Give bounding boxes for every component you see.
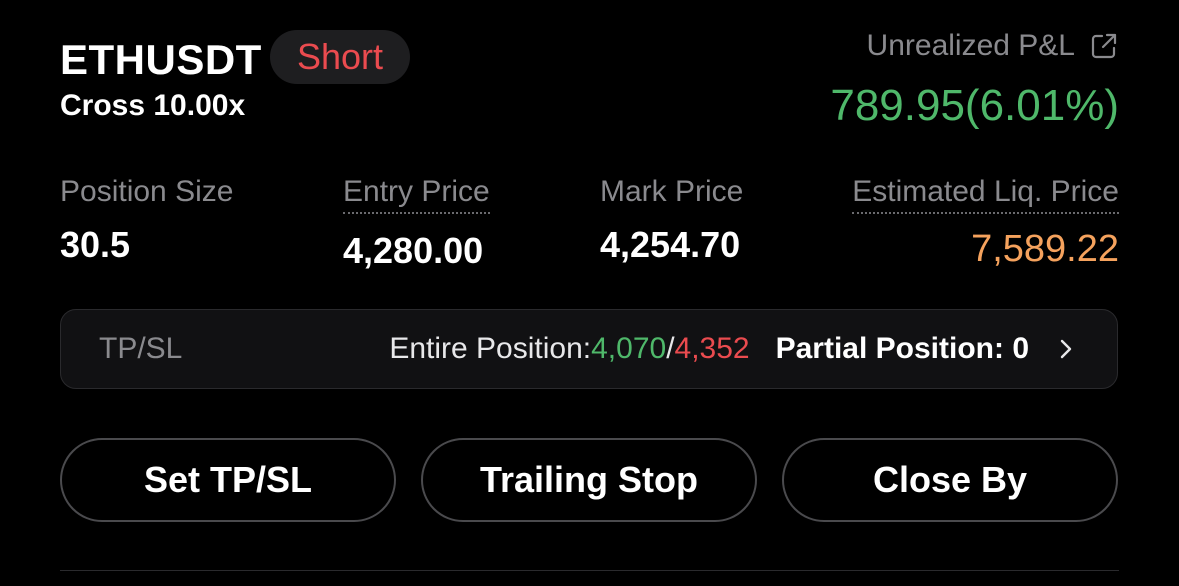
- unrealized-pnl-label: Unrealized P&L: [866, 29, 1075, 62]
- position-size-value: 30.5: [60, 224, 131, 265]
- bottom-divider: [60, 570, 1119, 571]
- set-tpsl-button[interactable]: Set TP/SL: [60, 438, 396, 522]
- liq-price-value: 7,589.22: [971, 228, 1119, 270]
- side-badge: Short: [270, 30, 410, 84]
- tpsl-row[interactable]: TP/SL Entire Position: 4,070 / 4,352 Par…: [60, 309, 1118, 389]
- entry-price-value: 4,280.00: [343, 230, 484, 271]
- tpsl-summary: Entire Position: 4,070 / 4,352 Partial P…: [389, 332, 1077, 366]
- chevron-right-icon[interactable]: [1055, 338, 1077, 360]
- tpsl-title: TP/SL: [99, 332, 183, 365]
- unrealized-pnl-header: Unrealized P&L: [867, 28, 1119, 64]
- margin-mode-leverage[interactable]: Cross 10.00x: [60, 88, 245, 124]
- mark-price-value: 4,254.70: [600, 224, 741, 265]
- symbol-title: ETHUSDT: [60, 36, 262, 83]
- entire-position-label: Entire Position:: [389, 332, 592, 365]
- partial-position-label: Partial Position: 0: [775, 332, 1029, 365]
- external-link-icon[interactable]: [1089, 31, 1119, 61]
- stop-loss-value: 4,352: [674, 332, 750, 365]
- entry-price-label[interactable]: Entry Price: [343, 174, 490, 214]
- close-by-button[interactable]: Close By: [782, 438, 1118, 522]
- position-size-label: Position Size: [60, 175, 234, 208]
- trailing-stop-button[interactable]: Trailing Stop: [421, 438, 757, 522]
- unrealized-pnl-value: 789.95(6.01%): [830, 81, 1119, 130]
- mark-price-label: Mark Price: [600, 175, 744, 208]
- take-profit-value: 4,070: [591, 332, 667, 365]
- tpsl-separator: /: [666, 332, 675, 365]
- liq-price-label[interactable]: Estimated Liq. Price: [852, 174, 1119, 214]
